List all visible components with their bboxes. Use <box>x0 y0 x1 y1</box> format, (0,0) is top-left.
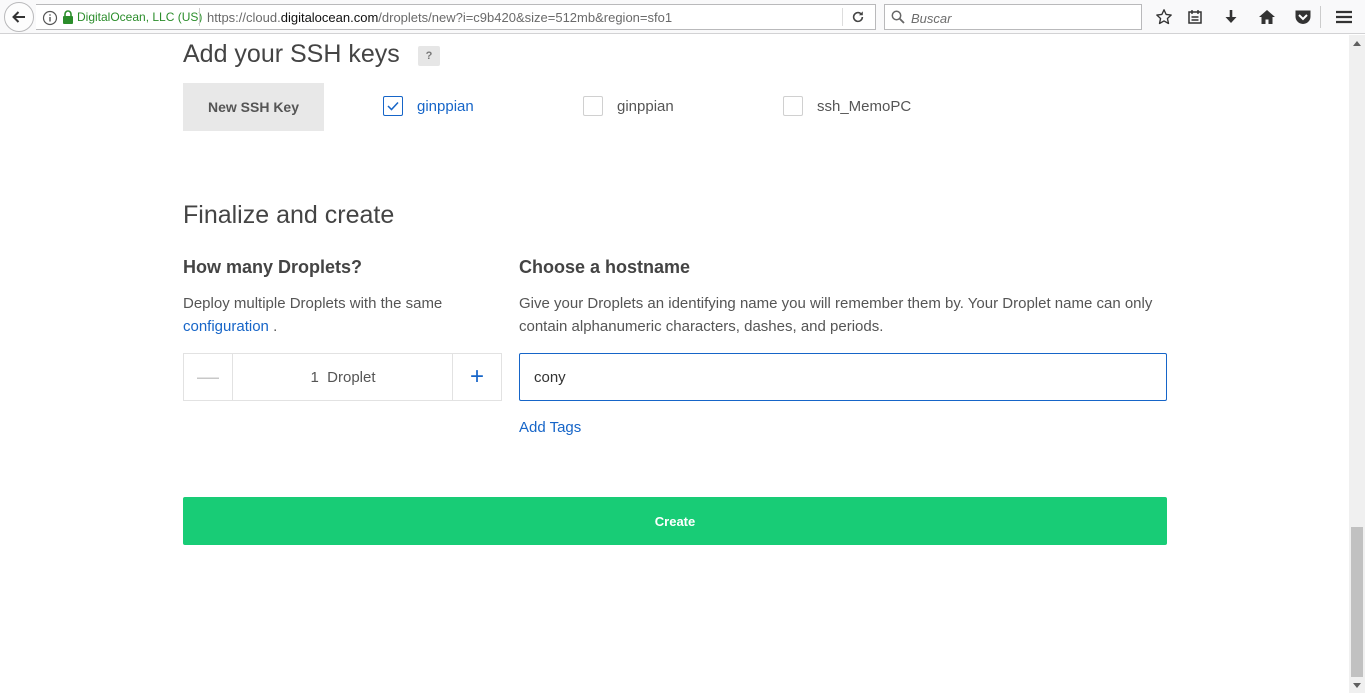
scrollbar-thumb[interactable] <box>1351 527 1363 677</box>
ssh-help-badge[interactable]: ? <box>418 46 440 66</box>
lock-icon[interactable] <box>62 10 74 24</box>
home-icon[interactable] <box>1257 7 1277 27</box>
back-icon <box>12 11 25 23</box>
downloads-icon[interactable] <box>1221 7 1241 27</box>
ssh-key-checkbox[interactable] <box>783 96 803 116</box>
ssh-key-label: ginppian <box>417 97 474 115</box>
reload-icon[interactable] <box>851 10 865 24</box>
increment-button[interactable]: + <box>452 354 501 400</box>
ssh-section-title: Add your SSH keys <box>183 40 400 68</box>
droplet-count-description: Deploy multiple Droplets with the same c… <box>183 292 483 338</box>
search-input[interactable] <box>909 8 1139 28</box>
url-text[interactable]: https://cloud.digitalocean.com/droplets/… <box>207 10 672 25</box>
configuration-link[interactable]: configuration <box>183 318 269 335</box>
droplet-count-desc-text: Deploy multiple Droplets with the same <box>183 295 443 312</box>
hostname-input[interactable] <box>519 353 1167 401</box>
back-button[interactable] <box>4 2 34 32</box>
page-scrollbar[interactable] <box>1349 35 1365 693</box>
reload-separator <box>842 8 843 26</box>
url-separator <box>199 8 200 26</box>
url-prefix: https://cloud. <box>207 10 281 25</box>
info-icon[interactable] <box>42 10 58 26</box>
droplet-count-value: 1 Droplet <box>310 368 376 386</box>
url-host: digitalocean.com <box>280 10 379 25</box>
droplet-count-heading: How many Droplets? <box>183 257 363 277</box>
create-button[interactable]: Create <box>183 497 1167 545</box>
hostname-heading: Choose a hostname <box>519 257 691 277</box>
ssh-key-checkbox[interactable] <box>383 96 403 116</box>
browser-toolbar: DigitalOcean, LLC (US) https://cloud.dig… <box>0 0 1365 34</box>
ssh-key-option-ssh-memopc[interactable]: ssh_MemoPC <box>783 96 911 116</box>
pocket-icon[interactable] <box>1293 7 1313 27</box>
scroll-up-arrow-icon[interactable] <box>1349 35 1365 51</box>
search-icon <box>891 10 905 24</box>
ssh-key-option-ginppian-1[interactable]: ginppian <box>383 96 474 116</box>
url-bar[interactable]: DigitalOcean, LLC (US) https://cloud.dig… <box>36 4 876 30</box>
site-identity[interactable]: DigitalOcean, LLC (US) <box>77 10 202 24</box>
new-ssh-key-button[interactable]: New SSH Key <box>183 83 324 131</box>
ssh-key-label: ssh_MemoPC <box>817 97 912 115</box>
search-bar[interactable] <box>884 4 1142 30</box>
url-path: /droplets/new?i=c9b420&size=512mb&region… <box>378 10 673 25</box>
checkmark-icon <box>387 101 399 111</box>
ssh-key-option-ginppian-2[interactable]: ginppian <box>583 96 674 116</box>
reading-list-icon[interactable] <box>1185 7 1205 27</box>
ssh-key-checkbox[interactable] <box>583 96 603 116</box>
bookmark-star-icon[interactable] <box>1154 7 1174 27</box>
ssh-key-label: ginppian <box>617 97 674 115</box>
toolbar-separator <box>1320 6 1321 28</box>
hostname-description: Give your Droplets an identifying name y… <box>519 295 1153 335</box>
add-tags-link[interactable]: Add Tags <box>519 419 581 436</box>
decrement-button[interactable]: — <box>184 354 233 400</box>
droplet-count-stepper: — 1 Droplet + <box>183 353 502 401</box>
finalize-section-title: Finalize and create <box>183 201 395 229</box>
droplet-count-desc-end: . <box>268 318 278 335</box>
menu-icon[interactable] <box>1334 7 1354 27</box>
scroll-down-arrow-icon[interactable] <box>1349 677 1365 693</box>
